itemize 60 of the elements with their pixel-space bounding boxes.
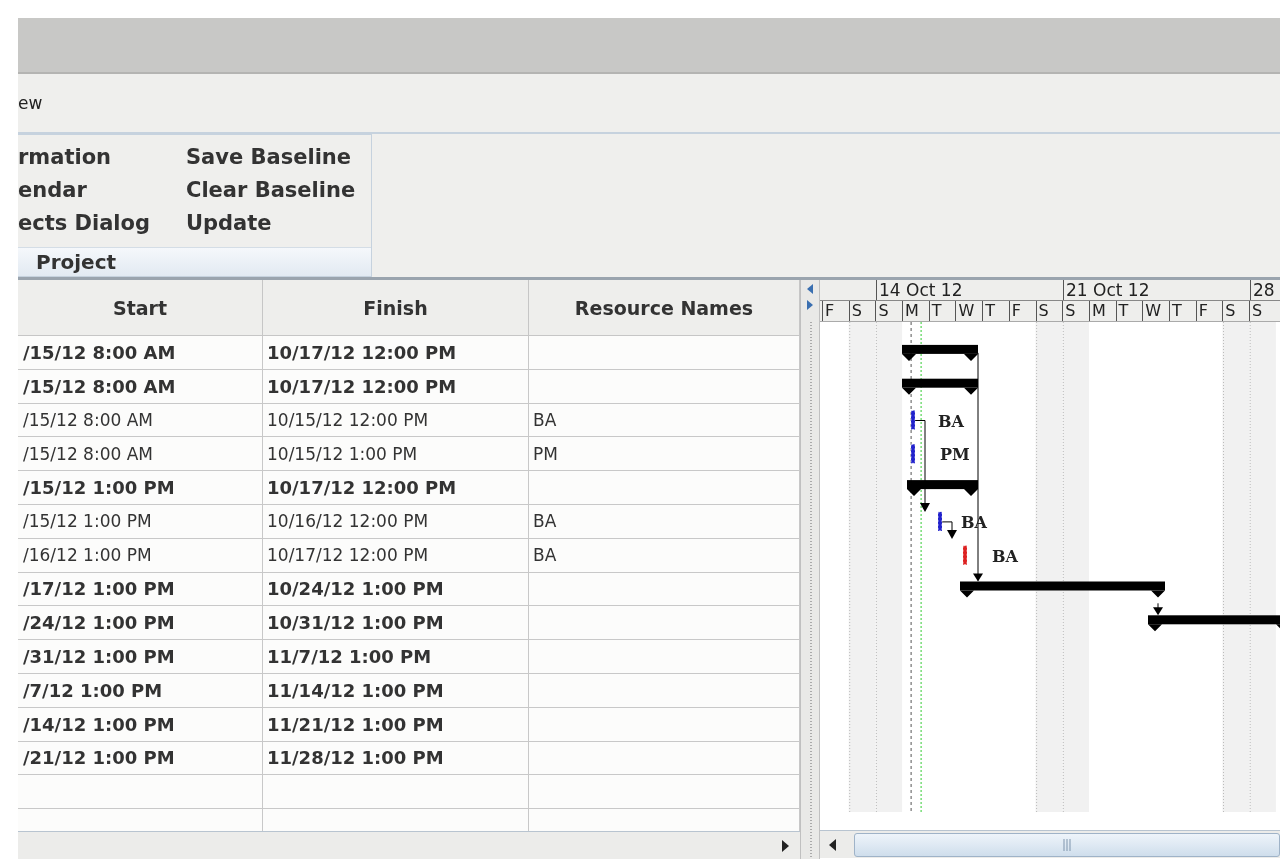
table-cell: /7/12 1:00 PM xyxy=(18,673,263,708)
table-cell: /16/12 1:00 PM xyxy=(18,538,263,573)
day-label: S xyxy=(1249,301,1276,321)
day-label: W xyxy=(1142,301,1169,321)
day-label: T xyxy=(1168,301,1196,321)
table-cell: /15/12 8:00 AM xyxy=(18,336,263,370)
ribbon-button[interactable]: Clear Baseline xyxy=(186,176,356,205)
column-header[interactable]: Finish xyxy=(263,280,529,336)
day-label: M xyxy=(1088,301,1116,321)
resource-label: BA xyxy=(992,546,1018,566)
table-cell: 10/24/12 1:00 PM xyxy=(263,572,529,607)
day-label: F xyxy=(1008,301,1036,321)
day-label: F xyxy=(1195,301,1223,321)
ribbon-button[interactable]: endar xyxy=(18,176,150,205)
day-label: F xyxy=(822,301,849,321)
table-cell: 11/14/12 1:00 PM xyxy=(263,673,529,708)
table-cell: 10/31/12 1:00 PM xyxy=(263,606,529,641)
day-label: S xyxy=(1062,301,1089,321)
menu-item[interactable]: ew xyxy=(18,93,43,113)
day-label: S xyxy=(1035,301,1063,321)
resource-label: PM xyxy=(940,445,970,465)
table-cell: /15/12 1:00 PM xyxy=(18,471,263,505)
table-cell: 10/15/12 1:00 PM xyxy=(263,437,529,472)
resource-label: BA xyxy=(938,411,964,431)
table-cell: 11/28/12 1:00 PM xyxy=(263,741,529,776)
day-label: M xyxy=(902,301,929,321)
table-cell: 11/21/12 1:00 PM xyxy=(263,707,529,742)
day-label: S xyxy=(875,301,903,321)
day-label: S xyxy=(1222,301,1249,321)
day-label: T xyxy=(928,301,956,321)
table-cell: /14/12 1:00 PM xyxy=(18,707,263,742)
table-cell: /15/12 8:00 AM xyxy=(18,403,263,438)
table-cell: /17/12 1:00 PM xyxy=(18,572,263,607)
table-cell: 10/15/12 12:00 PM xyxy=(263,403,529,438)
column-header[interactable]: Start xyxy=(18,280,263,336)
table-cell: /21/12 1:00 PM xyxy=(18,741,263,776)
table-cell: /31/12 1:00 PM xyxy=(18,640,263,674)
day-label: T xyxy=(1115,301,1143,321)
table-cell: /15/12 8:00 AM xyxy=(18,369,263,404)
week-label: 14 Oct 12 xyxy=(876,280,1063,300)
column-header[interactable]: Resource Names xyxy=(529,280,800,336)
week-label: 21 Oct 12 xyxy=(1063,280,1250,300)
table-cell: 10/17/12 12:00 PM xyxy=(263,369,529,404)
ribbon-button[interactable]: Save Baseline xyxy=(186,143,356,172)
table-cell: /15/12 1:00 PM xyxy=(18,505,263,539)
week-label: 28 xyxy=(1250,280,1280,300)
day-label: T xyxy=(982,301,1009,321)
group-label: Project xyxy=(18,247,372,276)
table-cell: 10/17/12 12:00 PM xyxy=(263,336,529,370)
ribbon-button[interactable]: ects Dialog xyxy=(18,209,150,238)
table-cell: 11/7/12 1:00 PM xyxy=(263,640,529,674)
table-cell: /24/12 1:00 PM xyxy=(18,606,263,641)
table-cell: 10/17/12 12:00 PM xyxy=(263,538,529,573)
table-cell: 10/17/12 12:00 PM xyxy=(263,471,529,505)
table-cell: 10/16/12 12:00 PM xyxy=(263,505,529,539)
ribbon-button[interactable]: rmation xyxy=(18,143,150,172)
day-label: W xyxy=(955,301,983,321)
ribbon-button[interactable]: Update xyxy=(186,209,356,238)
table-cell: /15/12 8:00 AM xyxy=(18,437,263,472)
day-label: S xyxy=(848,301,876,321)
